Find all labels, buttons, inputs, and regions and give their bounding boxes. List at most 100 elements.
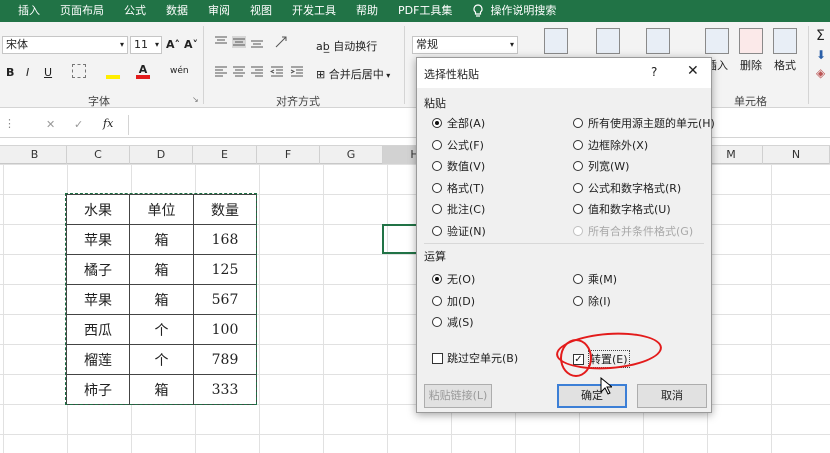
align-bottom-icon[interactable] — [250, 36, 264, 48]
help-button[interactable]: ? — [651, 65, 657, 79]
align-middle-icon[interactable] — [232, 36, 246, 48]
column-header[interactable]: F — [257, 146, 320, 165]
align-center-icon[interactable] — [232, 66, 246, 78]
column-header[interactable]: C — [67, 146, 130, 165]
font-name-select[interactable]: 宋体 ▾ — [2, 36, 128, 54]
operation-option-none[interactable]: 无(O) — [432, 271, 475, 287]
orientation-icon[interactable] — [274, 35, 290, 49]
font-color-icon[interactable]: A — [136, 63, 150, 79]
table-cell[interactable]: 苹果 — [66, 284, 130, 315]
increase-indent-icon[interactable] — [290, 66, 304, 78]
fruit-table: 水果 单位 数量 苹果 箱 168 橘子 箱 125 苹果 箱 567 西瓜 个… — [66, 194, 257, 405]
table-header-cell[interactable]: 数量 — [193, 194, 257, 225]
italic-button[interactable]: I — [26, 66, 29, 79]
align-left-icon[interactable] — [214, 66, 228, 78]
paste-option-values-number-formats[interactable]: 值和数字格式(U) — [573, 201, 671, 217]
font-size-select[interactable]: 11 ▾ — [130, 36, 162, 54]
name-box-edge[interactable]: ⋮ — [4, 117, 15, 130]
table-cell[interactable]: 箱 — [129, 374, 194, 405]
table-cell[interactable]: 333 — [193, 374, 257, 405]
border-icon[interactable] — [72, 64, 86, 78]
tab-view[interactable]: 视图 — [240, 0, 282, 22]
paste-option-formulas-number-formats[interactable]: 公式和数字格式(R) — [573, 180, 681, 196]
number-format-select[interactable]: 常规 ▾ — [412, 36, 518, 54]
wrap-text-button[interactable]: ab̲ 自动换行 — [316, 38, 377, 54]
paste-option-source-theme[interactable]: 所有使用源主题的单元(H) — [573, 115, 715, 131]
clear-icon[interactable]: ◈ — [816, 66, 825, 80]
operation-option-multiply[interactable]: 乘(M) — [573, 271, 617, 287]
table-cell[interactable]: 榴莲 — [66, 344, 130, 375]
tab-help[interactable]: 帮助 — [346, 0, 388, 22]
decrease-indent-icon[interactable] — [270, 66, 284, 78]
tab-data[interactable]: 数据 — [156, 0, 198, 22]
table-header-cell[interactable]: 水果 — [66, 194, 130, 225]
cell-styles-button[interactable] — [644, 28, 672, 57]
format-as-table-button[interactable] — [594, 28, 622, 57]
cancel-button[interactable]: 取消 — [637, 384, 707, 408]
table-header-cell[interactable]: 单位 — [129, 194, 194, 225]
shrink-font-button[interactable]: A˅ — [184, 38, 198, 51]
table-cell[interactable]: 柿子 — [66, 374, 130, 405]
font-group-label: 字体 — [88, 95, 110, 108]
fill-color-icon[interactable] — [106, 63, 120, 79]
ok-button[interactable]: 确定 — [557, 384, 627, 408]
tab-page-layout[interactable]: 页面布局 — [50, 0, 114, 22]
tell-me-search[interactable]: 操作说明搜索 — [462, 0, 566, 22]
paste-option-column-widths[interactable]: 列宽(W) — [573, 158, 629, 174]
table-cell[interactable]: 橘子 — [66, 254, 130, 285]
align-right-icon[interactable] — [250, 66, 264, 78]
merge-center-button[interactable]: ⊞ 合并后居中 ▾ — [316, 66, 390, 82]
table-cell[interactable]: 箱 — [129, 254, 194, 285]
fill-down-icon[interactable]: ⬇ — [816, 48, 826, 62]
cancel-entry-icon[interactable]: ✕ — [46, 118, 55, 131]
table-cell[interactable]: 西瓜 — [66, 314, 130, 345]
tab-pdf-tools[interactable]: PDF工具集 — [388, 0, 462, 22]
dialog-title-bar[interactable]: 选择性粘贴 ? ✕ — [417, 58, 711, 88]
paste-option-comments[interactable]: 批注(C) — [432, 201, 485, 217]
column-header[interactable]: G — [320, 146, 383, 165]
delete-cells-button[interactable]: 删除 — [736, 28, 766, 73]
active-cell[interactable] — [382, 224, 418, 254]
paste-option-formulas[interactable]: 公式(F) — [432, 137, 484, 153]
table-cell[interactable]: 567 — [193, 284, 257, 315]
table-cell[interactable]: 苹果 — [66, 224, 130, 255]
operation-option-subtract[interactable]: 减(S) — [432, 314, 474, 330]
tab-review[interactable]: 审阅 — [198, 0, 240, 22]
paste-option-all[interactable]: 全部(A) — [432, 115, 485, 131]
conditional-format-button[interactable] — [542, 28, 570, 57]
autosum-icon[interactable]: Σ — [816, 28, 825, 44]
table-cell[interactable]: 个 — [129, 344, 194, 375]
tab-formulas[interactable]: 公式 — [114, 0, 156, 22]
paste-option-validation[interactable]: 验证(N) — [432, 223, 486, 239]
phonetic-button[interactable]: wén — [170, 66, 189, 76]
dialog-launcher-icon[interactable]: ↘ — [192, 95, 199, 104]
paste-option-values[interactable]: 数值(V) — [432, 158, 485, 174]
tab-insert[interactable]: 插入 — [0, 0, 50, 22]
paste-option-no-borders[interactable]: 边框除外(X) — [573, 137, 648, 153]
operation-option-add[interactable]: 加(D) — [432, 293, 475, 309]
paste-link-button[interactable]: 粘贴链接(L) — [424, 384, 492, 408]
format-cells-button[interactable]: 格式 — [770, 28, 800, 73]
operation-option-divide[interactable]: 除(I) — [573, 293, 611, 309]
grow-font-button[interactable]: A˄ — [166, 38, 180, 51]
column-header[interactable]: D — [130, 146, 193, 165]
table-cell[interactable]: 箱 — [129, 224, 194, 255]
table-cell[interactable]: 789 — [193, 344, 257, 375]
table-cell[interactable]: 125 — [193, 254, 257, 285]
align-top-icon[interactable] — [214, 36, 228, 48]
column-header[interactable]: B — [3, 146, 67, 165]
table-cell[interactable]: 168 — [193, 224, 257, 255]
column-header[interactable]: N — [763, 146, 830, 165]
insert-function-icon[interactable]: fx — [103, 117, 113, 130]
bold-button[interactable]: B — [6, 66, 14, 79]
underline-button[interactable]: U — [44, 66, 52, 79]
skip-blanks-checkbox[interactable]: 跳过空单元(B) — [432, 350, 518, 366]
tab-developer[interactable]: 开发工具 — [282, 0, 346, 22]
column-header[interactable]: E — [193, 146, 257, 165]
table-cell[interactable]: 100 — [193, 314, 257, 345]
paste-option-formats[interactable]: 格式(T) — [432, 180, 484, 196]
table-cell[interactable]: 箱 — [129, 284, 194, 315]
confirm-entry-icon[interactable]: ✓ — [74, 118, 83, 131]
close-button[interactable]: ✕ — [687, 63, 699, 79]
table-cell[interactable]: 个 — [129, 314, 194, 345]
